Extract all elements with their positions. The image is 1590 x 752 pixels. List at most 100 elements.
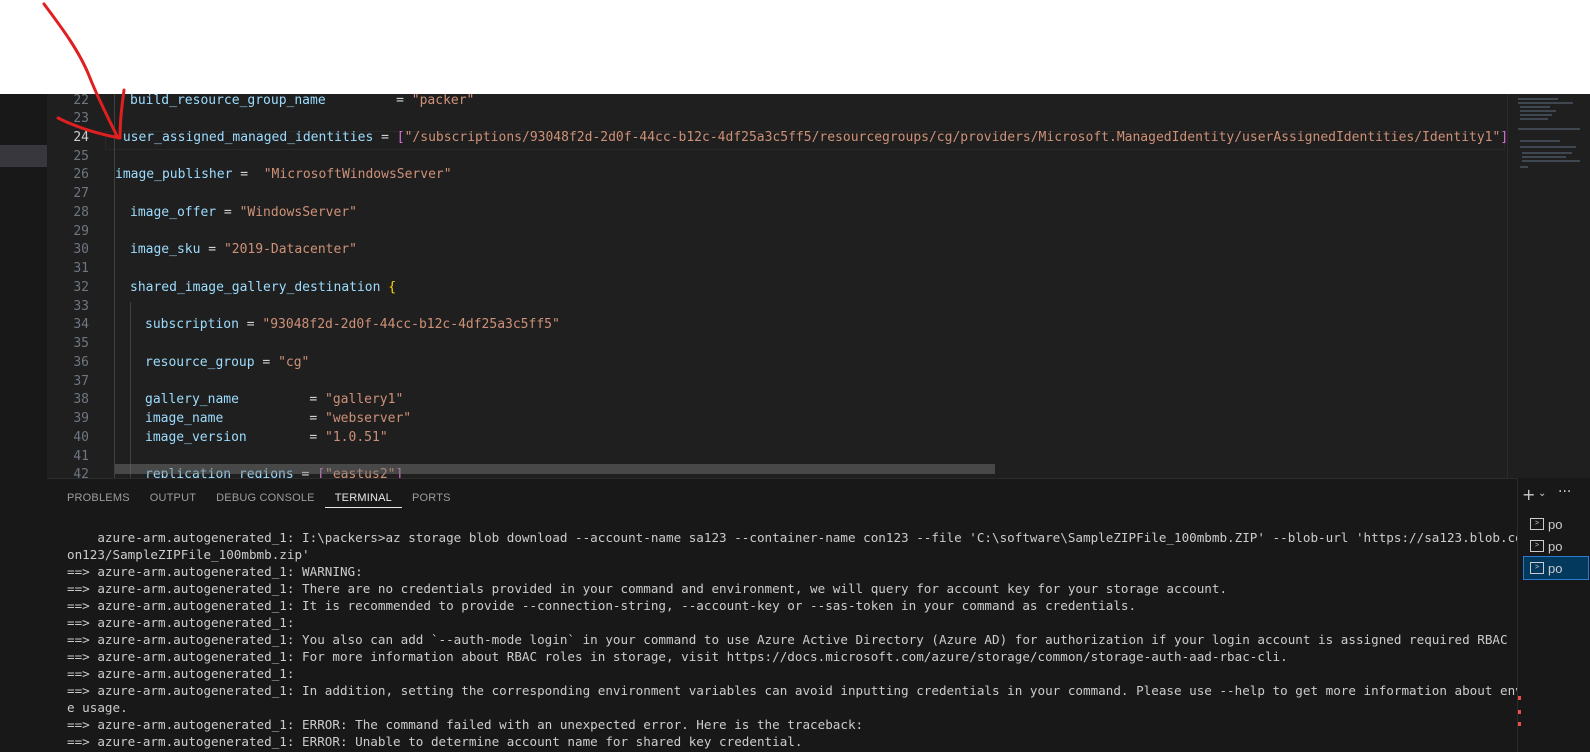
line-number: 41 <box>73 449 89 464</box>
code-line[interactable]: image_sku = "2019-Datacenter" <box>130 240 357 259</box>
code-token: gallery_name <box>145 392 239 407</box>
code-line[interactable]: resource_group = "cg" <box>145 353 309 372</box>
code-line[interactable]: image_offer = "WindowsServer" <box>130 203 357 222</box>
code-token: ] <box>1500 130 1507 145</box>
code-token: [ <box>396 130 405 145</box>
code-token: = <box>200 242 224 257</box>
terminal-line: ==> azure-arm.autogenerated_1: It is rec… <box>67 598 1137 613</box>
code-token: "packer" <box>411 94 475 108</box>
error-marker <box>1518 696 1521 700</box>
line-number: 40 <box>73 430 89 445</box>
minimap-line <box>1518 128 1580 130</box>
line-number: 39 <box>73 411 89 426</box>
code-token: shared_image_gallery_destination <box>130 280 381 295</box>
error-marker <box>1518 722 1521 726</box>
code-token: "webserver" <box>325 411 412 426</box>
terminal-line: ==> azure-arm.autogenerated_1: There are… <box>67 581 1228 596</box>
line-number: 28 <box>73 205 89 220</box>
new-terminal-icon[interactable]: + <box>1522 485 1535 504</box>
code-line[interactable]: image_version = "1.0.51" <box>145 428 388 447</box>
terminal-line: ==> azure-arm.autogenerated_1: ERROR: Un… <box>67 734 803 749</box>
code-line[interactable]: user_assigned_managed_identities = ["/su… <box>115 128 1507 147</box>
activity-bar <box>0 94 47 752</box>
minimap-line <box>1520 106 1550 108</box>
minimap-line <box>1522 152 1572 154</box>
terminal-list-label: po <box>1548 560 1563 576</box>
code-line[interactable]: shared_image_gallery_destination { <box>130 278 396 297</box>
line-number: 26 <box>73 167 89 182</box>
code-token: "2019-Datacenter" <box>223 242 357 257</box>
terminal-line: ==> azure-arm.autogenerated_1: ERROR: Th… <box>67 717 864 732</box>
code-token: "/subscriptions/93048f2d-2d0f-44cc-b12c-… <box>404 130 1501 145</box>
code-line[interactable]: gallery_name = "gallery1" <box>145 390 403 409</box>
tab-output[interactable]: OUTPUT <box>140 489 206 517</box>
terminal-list-item[interactable]: > po <box>1524 535 1588 557</box>
minimap-line <box>1520 146 1576 148</box>
code-token: "WindowsServer" <box>239 205 357 220</box>
code-token: = <box>238 317 263 332</box>
code-line[interactable]: build_resource_group_name = "packer" <box>130 94 474 110</box>
code-token: subscription <box>145 317 239 332</box>
terminal-line: ==> azure-arm.autogenerated_1: <box>67 615 295 630</box>
terminal-output[interactable]: azure-arm.autogenerated_1: I:\packers>az… <box>67 529 1517 750</box>
code-line[interactable]: subscription = "93048f2d-2d0f-44cc-b12c-… <box>145 315 560 334</box>
line-number: 27 <box>73 186 89 201</box>
terminal-list-item[interactable]: > po <box>1524 513 1588 535</box>
terminal-icon: > <box>1530 562 1544 574</box>
code-token: = <box>216 205 240 220</box>
chevron-down-icon[interactable]: ⌄ <box>1538 488 1546 499</box>
error-marker <box>1518 710 1521 714</box>
activity-bar-selected-item[interactable] <box>0 145 47 167</box>
terminal-line: ==> azure-arm.autogenerated_1: You also … <box>67 632 1517 647</box>
line-number: 29 <box>73 224 89 239</box>
code-token: image_name <box>145 411 224 426</box>
minimap-line <box>1520 118 1548 120</box>
terminal-line: e usage. <box>67 700 128 715</box>
code-token: = <box>223 411 326 426</box>
code-line[interactable]: image_name = "webserver" <box>145 409 411 428</box>
terminal-icon: > <box>1530 540 1544 552</box>
code-editor[interactable]: 22 build_resource_group_name = "packer" 23… <box>47 94 1507 478</box>
terminal-list-item[interactable]: > po <box>1523 556 1589 580</box>
minimap-line <box>1522 156 1566 158</box>
line-number: 33 <box>73 299 89 314</box>
minimap-line <box>1522 160 1580 162</box>
code-token: "cg" <box>278 355 310 370</box>
line-number: 23 <box>73 111 89 126</box>
terminal-icon: > <box>1530 518 1544 530</box>
terminal-line: ==> azure-arm.autogenerated_1: In additi… <box>67 683 1517 698</box>
code-token: image_publisher <box>115 167 233 182</box>
code-token: = <box>373 130 397 145</box>
top-blank-area <box>0 0 1590 94</box>
indent-guide <box>114 94 115 478</box>
line-number: 36 <box>73 355 89 370</box>
bottom-panel: PROBLEMS OUTPUT DEBUG CONSOLE TERMINAL PORTS… <box>47 478 1517 752</box>
tab-terminal[interactable]: TERMINAL <box>324 489 402 508</box>
minimap[interactable] <box>1507 94 1590 478</box>
line-number: 30 <box>73 242 89 257</box>
code-token: "MicrosoftWindowsServer" <box>263 167 452 182</box>
line-number: 34 <box>73 317 89 332</box>
code-token: = <box>238 392 326 407</box>
terminal-list-label: po <box>1548 516 1563 532</box>
horizontal-scrollbar[interactable] <box>115 464 995 474</box>
code-token: resource_group <box>145 355 255 370</box>
code-token: { <box>388 280 397 295</box>
code-token: = <box>246 430 326 445</box>
line-number: 35 <box>73 336 89 351</box>
line-number: 42 <box>73 467 89 478</box>
line-number: 37 <box>73 374 89 389</box>
code-token: "93048f2d-2d0f-44cc-b12c-4df25a3c5ff5" <box>262 317 560 332</box>
code-token: = <box>325 94 412 108</box>
tab-ports[interactable]: PORTS <box>402 489 461 517</box>
code-line[interactable]: image_publisher = "MicrosoftWindowsServe… <box>115 165 452 184</box>
code-token: "1.0.51" <box>325 430 388 445</box>
code-token: = <box>232 167 264 182</box>
minimap-line <box>1520 166 1528 168</box>
more-actions-icon[interactable]: ··· <box>1558 484 1571 500</box>
terminal-sidebar: + ⌄ ··· > po > po > po <box>1517 478 1590 752</box>
terminal-line: ==> azure-arm.autogenerated_1: <box>67 666 295 681</box>
terminal-line: ==> azure-arm.autogenerated_1: WARNING: <box>67 564 363 579</box>
tab-problems[interactable]: PROBLEMS <box>67 489 140 517</box>
tab-debug-console[interactable]: DEBUG CONSOLE <box>206 489 325 517</box>
